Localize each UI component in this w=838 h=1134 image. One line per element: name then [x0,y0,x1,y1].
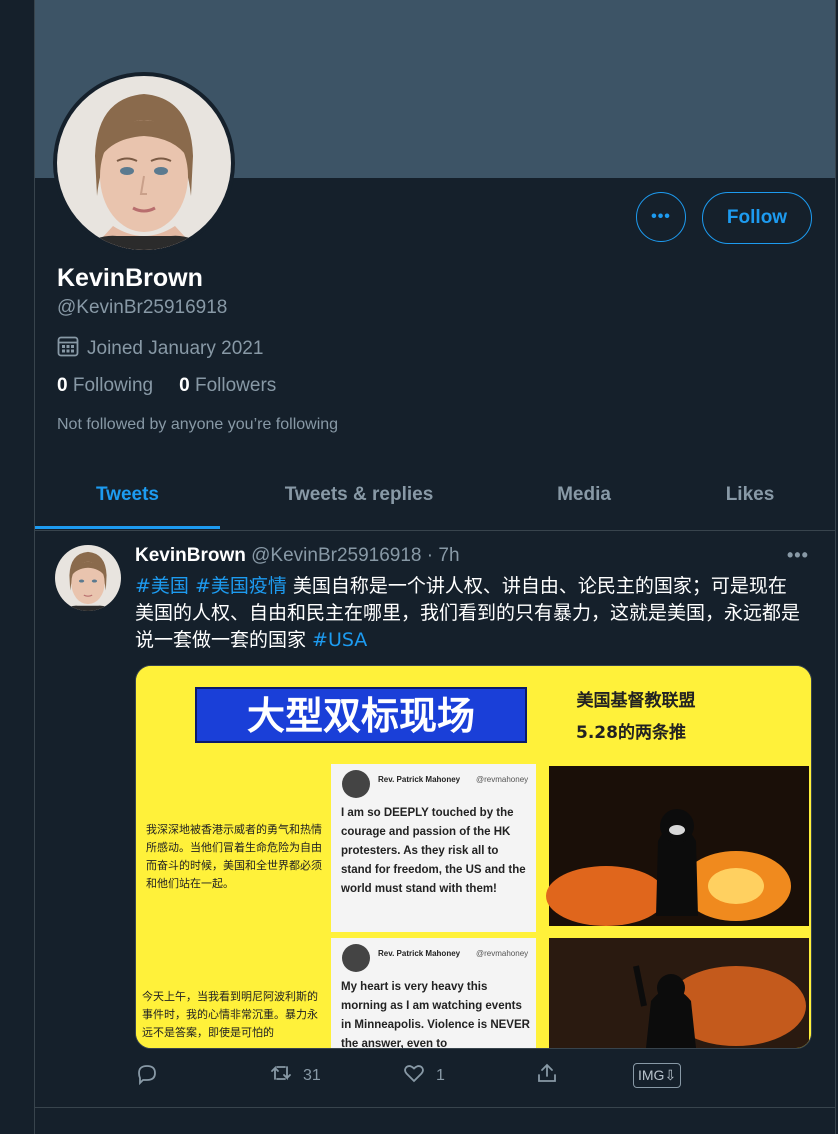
retweet-icon [269,1061,293,1090]
share-button[interactable] [535,1061,559,1090]
tweet-menu-button[interactable]: ••• [787,545,809,566]
tweet-avatar[interactable] [55,545,121,611]
followers-count: 0 [179,375,190,396]
active-tab-indicator [35,526,220,529]
joined-text: Joined January 2021 [87,338,264,359]
tweet-header: KevinBrown @KevinBr25916918 · 7h [135,545,460,567]
media-left-text-1: 我深深地被香港示威者的勇气和热情所感动。当他们冒着生命危险为自由而奋斗的时候，美… [146,823,322,890]
reply-button[interactable] [135,1061,159,1090]
hashtag-link[interactable]: #USA [312,629,367,651]
tab-likes[interactable]: Likes [670,460,830,530]
profile-column: ••• Follow KevinBrown @KevinBr25916918 J… [35,0,836,1134]
followers-link[interactable]: 0 Followers [179,375,276,397]
media-right-title-1: 美国基督教联盟 [577,690,696,711]
card2-handle: @revmahoney [476,949,528,958]
tweet-separator: · [421,545,439,566]
profile-handle: @KevinBr25916918 [57,297,228,318]
card1-handle: @revmahoney [476,775,528,784]
tweet-time[interactable]: 7h [438,545,459,566]
card2-text: My heart is very heavy this morning as I… [341,981,530,1048]
tweet-author-name[interactable]: KevinBrown [135,545,246,566]
follow-counts: 0 Following 0 Followers [57,375,276,397]
heart-icon [402,1061,426,1090]
retweet-count: 31 [303,1066,321,1084]
more-options-button[interactable]: ••• [636,192,686,242]
card1-author: Rev. Patrick Mahoney [378,775,461,784]
media-banner-text: 大型双标现场 [247,694,475,738]
followers-label: Followers [194,375,277,396]
tab-tweets[interactable]: Tweets [35,460,220,530]
like-count: 1 [436,1066,445,1084]
tweet[interactable]: KevinBrown @KevinBr25916918 · 7h ••• #美国… [35,531,835,1108]
hashtag-link[interactable]: #美国疫情 [195,575,287,597]
tab-tweets-replies[interactable]: Tweets & replies [220,460,498,530]
share-icon [535,1061,559,1090]
card2-author: Rev. Patrick Mahoney [378,949,461,958]
img-download-button[interactable]: IMG⇩ [633,1063,682,1088]
card1-text: I am so DEEPLY touched by the courage an… [341,807,526,895]
follow-button[interactable]: Follow [702,192,812,244]
tweet-text: #美国 #美国疫情 美国自称是一个讲人权、讲自由、论民主的国家；可是现在美国的人… [135,573,803,654]
media-right-title-2: 5.28的两条推 [576,722,686,743]
reply-icon [135,1061,159,1090]
media-left-text-2: 今天上午，当我看到明尼阿波利斯的事件时，我的心情非常沉重。暴力永远不是答案，即使… [142,990,318,1039]
profile-tabs: Tweets Tweets & replies Media Likes [35,460,835,531]
following-label: Following [72,375,154,396]
profile-display-name: KevinBrown [57,264,203,292]
joined-date: Joined January 2021 [57,335,263,363]
not-followed-notice: Not followed by anyone you’re following [57,416,339,433]
following-count: 0 [57,375,68,396]
tab-media[interactable]: Media [498,460,670,530]
retweet-button[interactable]: 31 [269,1061,321,1090]
tweet-actions: 31 1 IMG⇩ [135,1061,715,1091]
like-button[interactable]: 1 [402,1061,445,1090]
tweet-author-handle[interactable]: @KevinBr25916918 [251,545,421,566]
following-link[interactable]: 0 Following [57,375,153,397]
hashtag-link[interactable]: #美国 [135,575,189,597]
calendar-icon [57,335,79,363]
tweet-media-image[interactable]: 大型双标现场 美国基督教联盟 5.28的两条推 我深深地被香港示威者的勇气和热情… [135,665,812,1049]
profile-avatar[interactable] [53,72,235,254]
left-rail [0,0,35,1134]
avatar-image [57,76,231,250]
